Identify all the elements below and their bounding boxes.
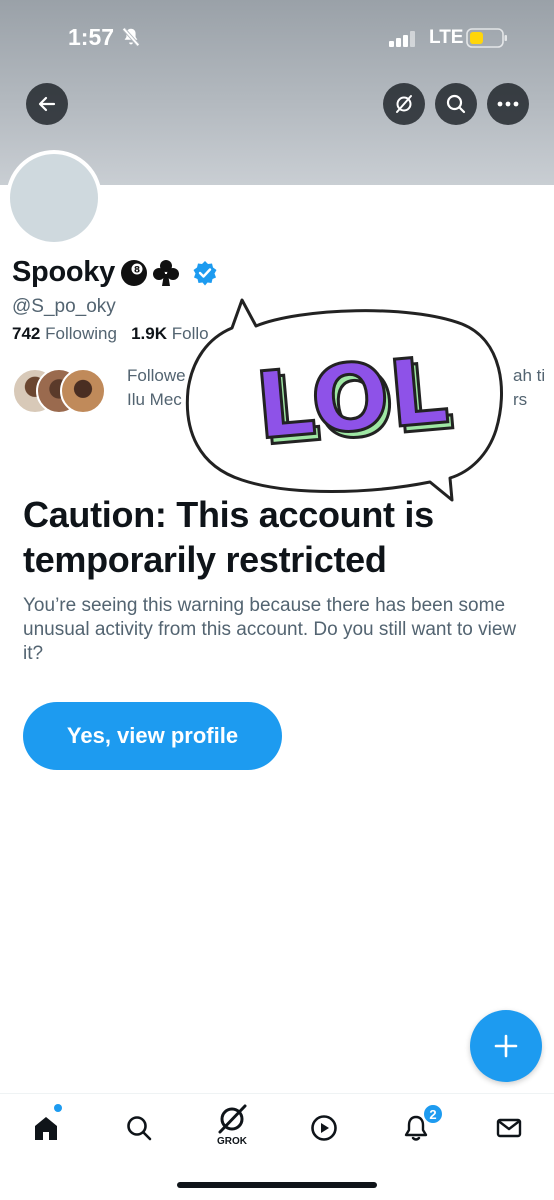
lol-sticker-text: LOL (251, 337, 452, 460)
grok-icon (218, 1104, 247, 1134)
following-label: Following (45, 324, 117, 343)
lol-sticker: LOL LOL (185, 298, 503, 502)
tab-home[interactable] (26, 1108, 66, 1148)
tab-grok[interactable]: GROK (211, 1100, 253, 1150)
following-count: 742 (12, 324, 41, 343)
caution-description: You’re seeing this warning because there… (23, 595, 517, 664)
mail-icon (496, 1118, 522, 1138)
arrow-left-icon (38, 96, 56, 112)
notifications-badge: 2 (423, 1104, 443, 1124)
compose-post-button[interactable] (470, 1010, 542, 1082)
battery-icon (466, 28, 507, 48)
profile-avatar[interactable] (6, 150, 102, 246)
followed-by-text-line2[interactable]: Ilu Mec (127, 390, 182, 410)
profile-handle: @S_po_oky (12, 296, 116, 317)
home-icon (35, 1117, 57, 1140)
display-name: Spooky (12, 256, 115, 288)
grok-button[interactable] (383, 83, 425, 125)
followed-by-avatars[interactable] (12, 368, 107, 414)
tab-search[interactable] (119, 1108, 159, 1148)
verified-badge-icon[interactable] (192, 260, 218, 286)
network-type: LTE (429, 27, 464, 48)
followers-count: 1.9K (131, 324, 168, 343)
follower-avatar (60, 368, 106, 414)
status-time: 1:57 (68, 24, 115, 50)
bell-muted-icon (122, 27, 140, 47)
back-button[interactable] (26, 83, 68, 125)
tab-messages[interactable] (489, 1108, 529, 1148)
cellular-signal-icon (389, 31, 415, 47)
svg-text:8: 8 (134, 266, 140, 276)
tab-video[interactable] (304, 1108, 344, 1148)
followed-by-text[interactable]: Followe (127, 366, 186, 386)
home-indicator (177, 1182, 377, 1188)
caution-title: Caution: This account is temporarily res… (23, 494, 434, 580)
search-icon (446, 94, 466, 114)
search-button[interactable] (435, 83, 477, 125)
following-link[interactable]: 742 Following (12, 324, 117, 343)
followed-by-text-tail-line2: rs (513, 390, 528, 409)
followed-by-text-tail: ah ti (513, 366, 546, 385)
eight-ball-club-emoji-icon: 8 (121, 260, 179, 286)
more-horizontal-icon (497, 101, 519, 107)
plus-icon (494, 1034, 518, 1058)
video-play-icon (311, 1115, 337, 1141)
grok-label: GROK (217, 1136, 247, 1147)
grok-icon (396, 95, 412, 113)
more-options-button[interactable] (487, 83, 529, 125)
home-unread-dot (54, 1104, 62, 1112)
view-profile-button[interactable]: Yes, view profile (23, 702, 282, 770)
search-icon (127, 1116, 152, 1141)
